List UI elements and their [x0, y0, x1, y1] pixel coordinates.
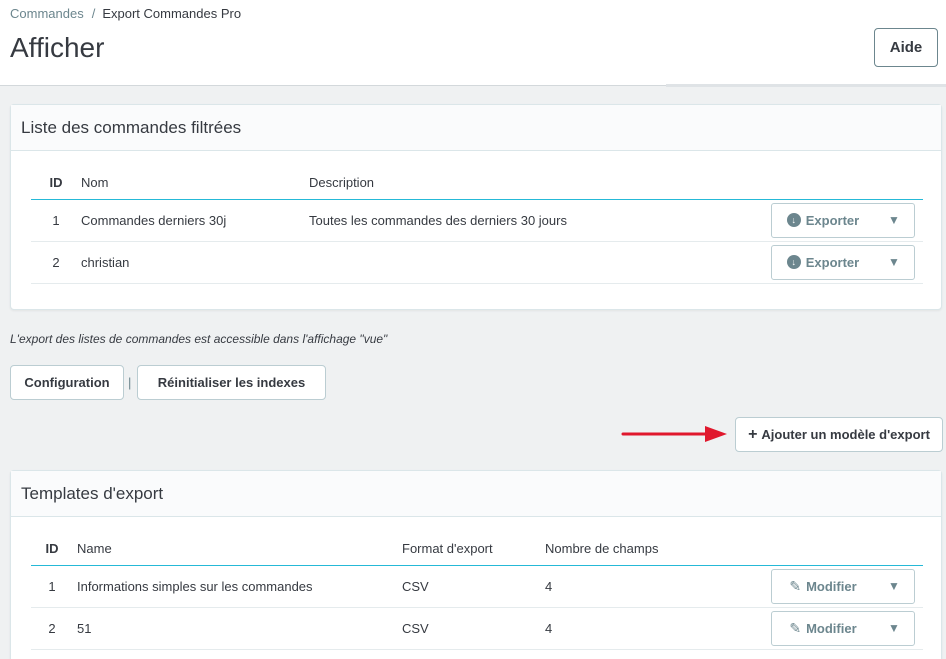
- table-row: 2 christian ↓ Exporter ▼: [31, 241, 923, 284]
- caret-down-icon[interactable]: ▼: [874, 612, 914, 645]
- table-row: 2 51 CSV 4 ✎ Modifier ▼: [31, 607, 923, 650]
- row-format: CSV: [402, 565, 545, 608]
- row-description: Toutes les commandes des derniers 30 jou…: [309, 199, 769, 242]
- breadcrumb-current: Export Commandes Pro: [102, 6, 242, 21]
- export-split-button: ↓ Exporter ▼: [771, 202, 915, 238]
- reset-indexes-button[interactable]: Réinitialiser les indexes: [137, 365, 326, 400]
- row-id: 2: [31, 241, 81, 284]
- add-export-template-label: Ajouter un modèle d'export: [761, 427, 930, 442]
- modify-button-label: Modifier: [806, 620, 857, 636]
- page-header: Commandes / Export Commandes Pro Afficher …: [0, 0, 946, 86]
- modify-button-label: Modifier: [806, 578, 857, 594]
- toolbar-separator: |: [128, 375, 132, 390]
- breadcrumb-parent-link[interactable]: Commandes: [10, 6, 84, 21]
- header-strip: [666, 84, 946, 87]
- modify-button[interactable]: ✎ Modifier: [772, 570, 874, 603]
- red-arrow-annotation: [621, 426, 727, 442]
- column-header-name[interactable]: Name: [73, 533, 402, 565]
- export-split-button: ↓ Exporter ▼: [771, 244, 915, 280]
- templates-panel-title: Templates d'export: [11, 471, 941, 517]
- templates-table: ID Name Format d'export Nombre de champs…: [31, 533, 923, 650]
- breadcrumb-separator: /: [91, 6, 96, 21]
- add-export-template-button[interactable]: + Ajouter un modèle d'export: [735, 417, 943, 452]
- caret-down-icon[interactable]: ▼: [874, 570, 914, 603]
- row-name: Commandes derniers 30j: [81, 199, 309, 242]
- modify-split-button: ✎ Modifier ▼: [771, 610, 915, 646]
- download-icon: ↓: [786, 213, 801, 227]
- row-field-count: 4: [545, 565, 765, 608]
- export-button[interactable]: ↓ Exporter: [772, 204, 874, 237]
- column-header-id[interactable]: ID: [31, 167, 81, 199]
- orders-panel: Liste des commandes filtrées ID Nom Desc…: [10, 104, 942, 310]
- table-row: 1 Informations simples sur les commandes…: [31, 565, 923, 608]
- templates-panel: Templates d'export ID Name Format d'expo…: [10, 470, 942, 659]
- row-id: 1: [31, 565, 73, 608]
- modify-button[interactable]: ✎ Modifier: [772, 612, 874, 645]
- row-id: 2: [31, 607, 73, 650]
- pencil-icon: ✎: [789, 619, 802, 636]
- column-header-format[interactable]: Format d'export: [402, 533, 545, 565]
- column-header-description[interactable]: Description: [309, 167, 769, 199]
- export-button[interactable]: ↓ Exporter: [772, 246, 874, 279]
- help-button[interactable]: Aide: [874, 28, 938, 67]
- row-field-count: 4: [545, 607, 765, 650]
- row-name: Informations simples sur les commandes: [73, 565, 402, 608]
- modify-split-button: ✎ Modifier ▼: [771, 568, 915, 604]
- export-button-label: Exporter: [805, 212, 860, 228]
- orders-panel-title: Liste des commandes filtrées: [11, 105, 941, 151]
- table-row: 1 Commandes derniers 30j Toutes les comm…: [31, 199, 923, 242]
- export-note: L'export des listes de commandes est acc…: [10, 332, 388, 346]
- templates-table-header: ID Name Format d'export Nombre de champs: [31, 533, 923, 565]
- configuration-button[interactable]: Configuration: [10, 365, 124, 400]
- pencil-icon: ✎: [789, 577, 802, 594]
- row-name: christian: [81, 241, 309, 284]
- column-header-id[interactable]: ID: [31, 533, 73, 565]
- column-header-field-count[interactable]: Nombre de champs: [545, 533, 765, 565]
- caret-down-icon[interactable]: ▼: [874, 204, 914, 237]
- row-format: CSV: [402, 607, 545, 650]
- page-title: Afficher: [10, 32, 105, 63]
- download-icon: ↓: [786, 255, 801, 269]
- row-id: 1: [31, 199, 81, 242]
- breadcrumb: Commandes / Export Commandes Pro: [10, 6, 241, 21]
- column-header-name[interactable]: Nom: [81, 167, 309, 199]
- row-name: 51: [73, 607, 402, 650]
- orders-table: ID Nom Description 1 Commandes derniers …: [31, 167, 923, 284]
- orders-table-header: ID Nom Description: [31, 167, 923, 199]
- plus-icon: +: [748, 425, 758, 443]
- export-button-label: Exporter: [805, 254, 860, 270]
- row-description: [309, 241, 769, 284]
- caret-down-icon[interactable]: ▼: [874, 246, 914, 279]
